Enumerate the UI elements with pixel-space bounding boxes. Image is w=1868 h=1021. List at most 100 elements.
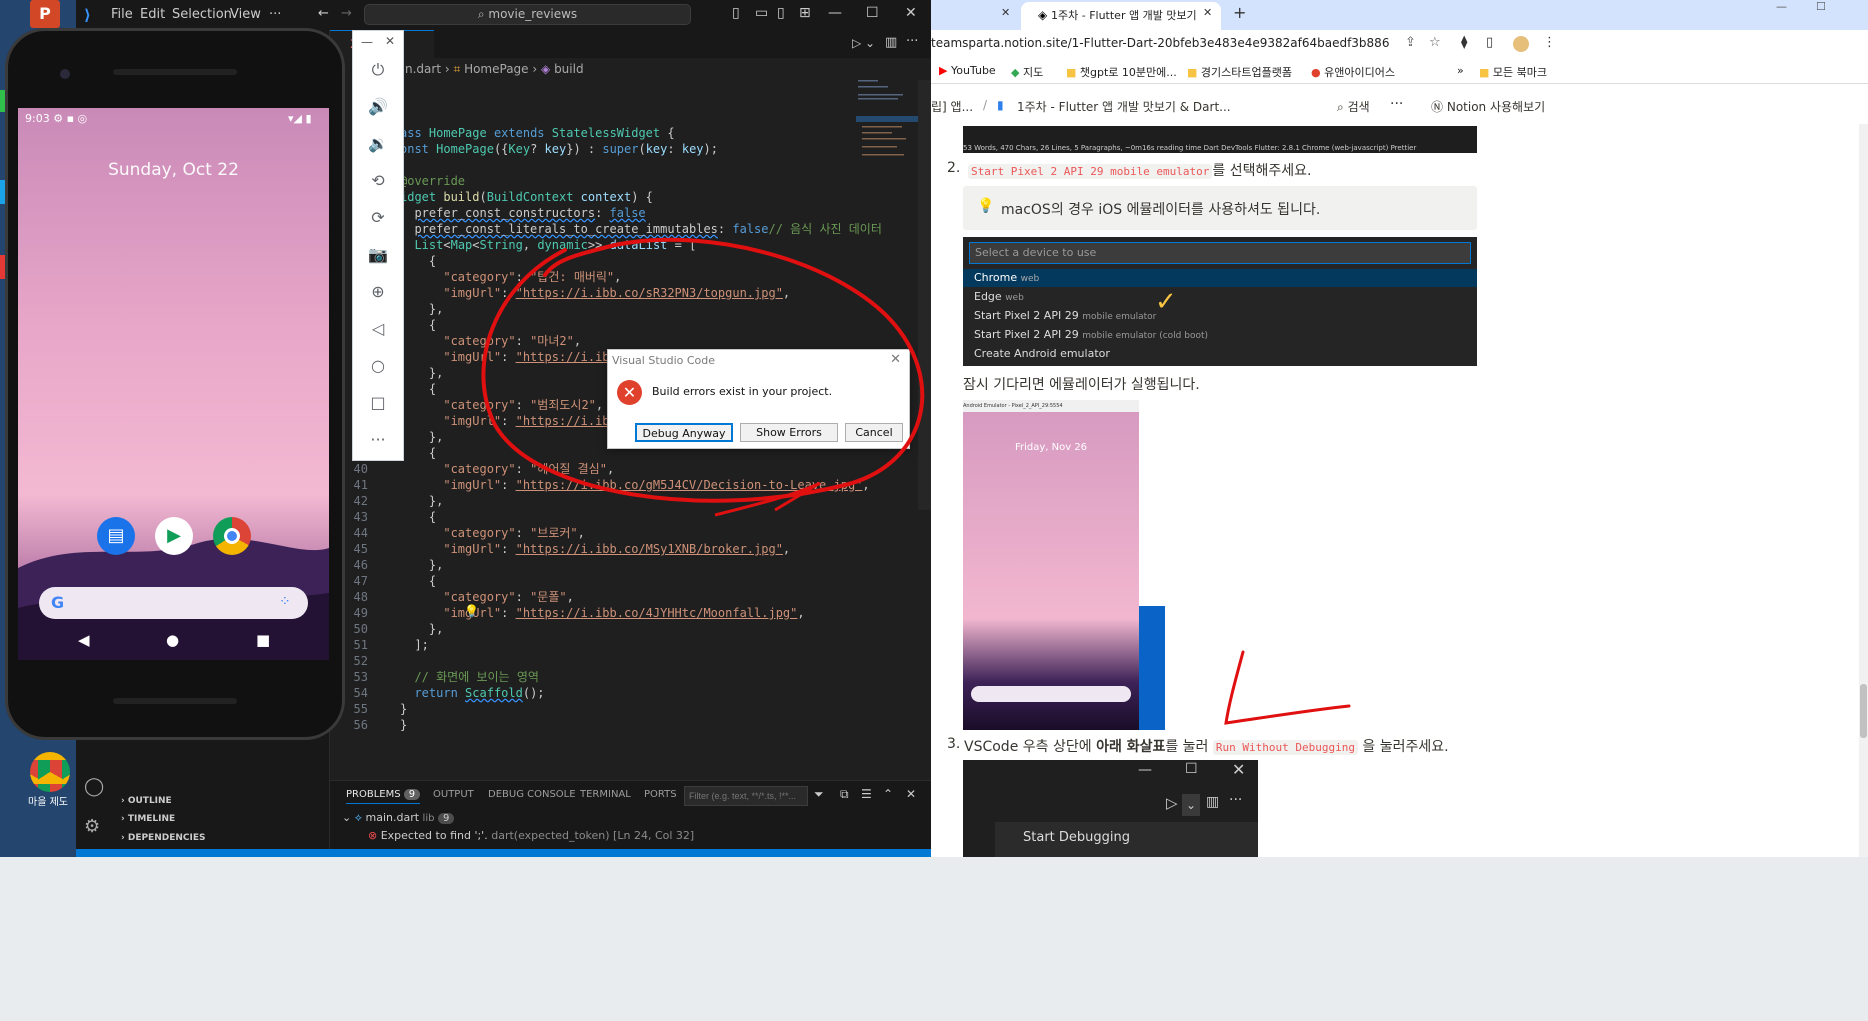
bookmark-star-icon[interactable]: ☆ [1429,30,1441,56]
tab-debug-console[interactable]: DEBUG CONSOLE [488,789,576,800]
more-options-icon[interactable]: ··· [1390,96,1403,112]
code-line[interactable]: 51 ]; [330,637,930,653]
profile-avatar[interactable] [1513,36,1529,52]
nav-home-icon[interactable]: ● [166,631,179,649]
scrollbar-thumb[interactable] [1860,684,1867,738]
bookmark-chatgpt[interactable]: ■ 챗gpt로 10분만에... [1066,64,1177,80]
volume-up-icon[interactable]: 🔊 [366,95,390,119]
phone-screen[interactable] [18,108,329,660]
assistant-icon[interactable]: ⁘ [279,594,291,610]
window-minimize-icon[interactable]: — [1776,0,1787,13]
code-line[interactable]: 54 return Scaffold(); [330,685,930,701]
maximize-icon[interactable]: ☐ [866,5,879,21]
emulator-close-icon[interactable]: ✕ [385,34,395,48]
breadcrumb-class[interactable]: HomePage [464,62,529,76]
tab-terminal[interactable]: TERMINAL [580,789,631,800]
toggle-sidebar-icon[interactable]: ▯ [732,5,740,21]
bookmark-youtube[interactable]: ▶ YouTube [939,64,996,77]
collapse-all-icon[interactable]: ⧉ [840,787,849,802]
url-text[interactable]: teamsparta.notion.site/1-Flutter-Dart-20… [931,30,1389,56]
split-editor-icon[interactable]: ▥ [885,35,897,50]
code-line[interactable]: 45 "imgUrl": "https://i.ibb.co/MSy1XNB/b… [330,541,930,557]
toggle-secondary-sidebar-icon[interactable]: ▯ [777,5,785,21]
breadcrumb-method[interactable]: build [554,62,584,76]
menu-file[interactable]: File [111,7,133,22]
close-icon[interactable]: ✕ [905,5,917,21]
camera-icon[interactable]: 📷 [366,243,390,267]
power-icon[interactable]: ⏻ [366,58,390,82]
menu-more[interactable]: ··· [269,7,281,22]
bookmark-startup[interactable]: ■ 경기스타트업플랫폼 [1187,64,1292,80]
bookmark-all[interactable]: ■ 모든 북마크 [1479,64,1547,80]
maximize-panel-icon[interactable]: ⌃ [883,787,893,801]
code-line[interactable]: 50 }, [330,621,930,637]
code-line[interactable]: 49 "imgUrl": "https://i.ibb.co/4JYHHtc/M… [330,605,930,621]
menu-view[interactable]: View [230,7,261,22]
chrome-desktop-icon[interactable] [30,752,70,792]
google-search-bar[interactable]: G ⁘ [39,587,308,619]
back-arrow-icon[interactable]: ← [318,6,329,21]
forward-arrow-icon[interactable]: → [341,6,352,21]
play-store-icon[interactable]: ▶ [155,517,193,555]
minimize-icon[interactable]: — [828,5,842,21]
code-line[interactable]: 46 }, [330,557,930,573]
tab-close-icon[interactable]: ✕ [1203,6,1212,19]
address-bar[interactable]: teamsparta.notion.site/1-Flutter-Dart-20… [931,30,1868,58]
tab-problems[interactable]: PROBLEMS 9 [346,789,421,804]
tab-output[interactable]: OUTPUT [433,789,474,800]
minimap[interactable] [856,76,918,166]
new-tab-icon[interactable]: + [1233,3,1246,22]
bookmark-youandideas[interactable]: ● 유앤아이디어스 [1311,64,1395,80]
sidebar-section-outline[interactable]: › OUTLINE [121,796,172,806]
notion-breadcrumb-prev[interactable]: 립] 앱... [931,98,973,115]
toggle-panel-icon[interactable]: ▭ [755,5,768,21]
close-panel-icon[interactable]: ✕ [906,787,916,801]
bookmarks-overflow-icon[interactable]: » [1457,64,1464,77]
account-icon[interactable]: ◯ [84,776,104,797]
notion-breadcrumb-current[interactable]: 1주차 - Flutter 앱 개발 맛보기 & Dart... [1017,98,1231,115]
command-center-search[interactable]: ⌕ movie_reviews [364,4,691,25]
prev-tab-close-icon[interactable]: ✕ [1001,6,1010,19]
share-icon[interactable]: ⇪ [1405,30,1416,56]
code-line[interactable]: ass HomePage extends StatelessWidget { [330,125,930,141]
problem-row[interactable]: ⊗ Expected to find ';'. dart(expected_to… [368,829,694,842]
powerpoint-icon[interactable]: P [30,0,60,28]
messages-app-icon[interactable]: ▤ [97,517,135,555]
more-actions-icon[interactable]: ··· [906,34,918,49]
customize-layout-icon[interactable]: ⊞ [799,5,811,21]
code-line[interactable]: 44 "category": "브로커", [330,525,930,541]
volume-down-icon[interactable]: 🔉 [366,132,390,156]
zoom-icon[interactable]: ⊕ [366,280,390,304]
breadcrumb-file[interactable]: n.dart [405,62,441,76]
filter-icon[interactable]: ⏷ [814,787,824,802]
window-restore-icon[interactable]: ☐ [1816,0,1826,13]
notion-search-button[interactable]: ⌕ 검색 [1337,98,1370,115]
code-line[interactable]: 55} [330,701,930,717]
rotate-left-icon[interactable]: ⟲ [366,169,390,193]
problems-filter-input[interactable] [684,786,808,806]
overview-icon[interactable]: □ [366,391,390,415]
chrome-menu-icon[interactable]: ⋮ [1543,30,1556,56]
code-line[interactable]: 56} [330,717,930,733]
nav-recents-icon[interactable]: ■ [256,631,270,649]
tab-notion[interactable]: 1주차 - Flutter 앱 개발 맛보기 [1021,2,1221,30]
side-panel-icon[interactable]: ▯ [1486,30,1493,56]
code-line[interactable]: idget build(BuildContext context) { [330,189,930,205]
tab-ports[interactable]: PORTS [644,789,677,800]
rotate-right-icon[interactable]: ⟳ [366,206,390,230]
code-line[interactable]: @override [330,173,930,189]
menu-edit[interactable]: Edit [140,7,165,22]
sidebar-section-timeline[interactable]: › TIMELINE [121,814,175,824]
code-line[interactable]: onst HomePage({Key? key}) : super(key: k… [330,141,930,157]
chrome-scrollbar[interactable] [1859,124,1868,857]
code-line[interactable]: 52 [330,653,930,669]
more-icon[interactable]: ··· [366,428,390,452]
code-line[interactable] [330,157,930,173]
view-as-list-icon[interactable]: ☰ [861,787,872,801]
bookmark-maps[interactable]: ◆ 지도 [1011,64,1043,80]
chrome-app-icon[interactable] [213,517,251,555]
sidebar-section-dependencies[interactable]: › DEPENDENCIES [121,833,205,843]
menu-selection[interactable]: Selection [172,7,232,22]
settings-gear-icon[interactable]: ⚙ [84,816,100,837]
code-line[interactable]: 48 "category": "문폴", [330,589,930,605]
